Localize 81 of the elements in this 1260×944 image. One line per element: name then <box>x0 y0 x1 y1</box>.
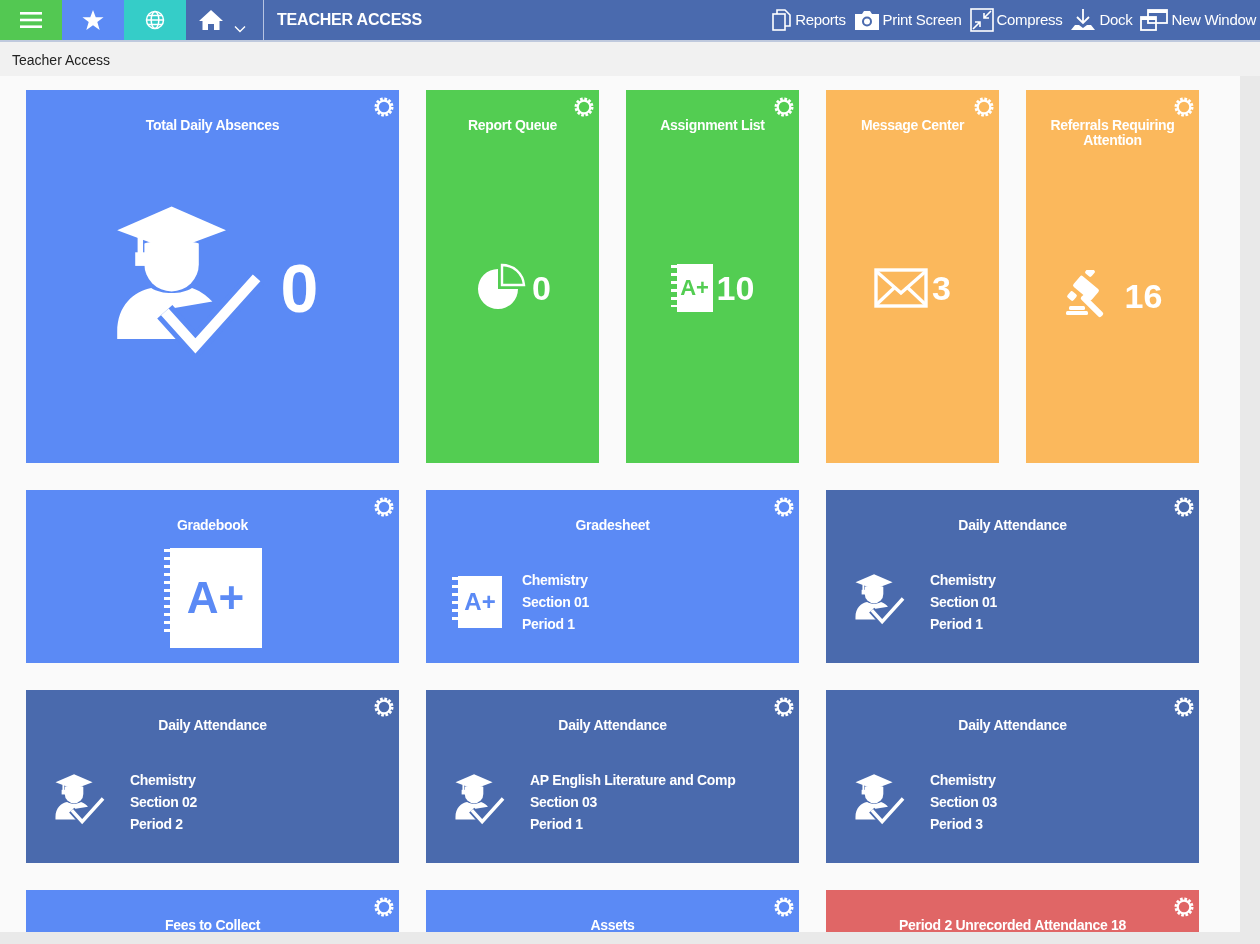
count: 3 <box>932 271 951 306</box>
menu-icon <box>20 11 42 29</box>
envelope-icon <box>874 268 929 309</box>
toolbar-link[interactable]: Print Screen <box>849 8 966 32</box>
count: 10 <box>716 271 755 306</box>
settings-icon[interactable] <box>773 895 795 918</box>
notebook-icon: A+ <box>163 548 262 649</box>
tile-title: Daily Attendance <box>557 718 668 734</box>
breadcrumb: Teacher Access <box>12 52 111 68</box>
settings-icon[interactable] <box>373 495 395 518</box>
tile-detail: Chemistry <box>522 571 589 591</box>
settings-icon[interactable] <box>373 95 395 118</box>
download-icon <box>1070 8 1097 32</box>
count: 16 <box>1124 278 1163 313</box>
dashboard-tile[interactable]: Gradebook A+ <box>26 490 399 663</box>
toolbar-link[interactable]: Dock <box>1066 8 1137 32</box>
globe-icon <box>145 10 165 30</box>
tile-title: Period 2 Unrecorded Attendance 18 <box>898 918 1127 932</box>
tile-title: Fees to Collect <box>163 918 262 932</box>
tile-detail: Section 01 <box>522 593 590 613</box>
tile-detail: Chemistry <box>130 771 197 791</box>
dashboard-tile[interactable]: Daily Attendance Chemistry Section 03 Period 3 <box>826 690 1199 863</box>
count: 0 <box>280 254 319 323</box>
star-button[interactable] <box>62 0 124 40</box>
dashboard-tile[interactable]: Gradesheet A+ Chemistry Section 01 Period 1 <box>426 490 799 663</box>
tile-title: Daily Attendance <box>157 718 268 734</box>
settings-icon[interactable] <box>773 695 795 718</box>
settings-icon[interactable] <box>373 695 395 718</box>
tile-detail: Chemistry <box>930 771 997 791</box>
notebook-icon: A+ <box>670 264 713 313</box>
dashboard-tile[interactable]: Report Queue 0 <box>426 90 599 463</box>
notebook-icon: A+ <box>452 576 502 629</box>
dashboard-tile[interactable]: Assets <box>426 890 799 932</box>
dashboard-tile[interactable]: Message Center 3 <box>826 90 999 463</box>
tile-detail: Chemistry <box>930 571 997 591</box>
tile-detail: Section 02 <box>130 793 198 813</box>
tile-detail: Period 2 <box>130 815 184 835</box>
compress-icon <box>969 8 994 32</box>
dashboard-tile[interactable]: Referrals Requiring Attention 16 <box>1026 90 1199 463</box>
tile-title: Gradesheet <box>574 518 651 534</box>
toolbar-link[interactable]: New Window <box>1136 8 1260 32</box>
dashboard-tile[interactable]: Total Daily Absences 0 <box>26 90 399 463</box>
camera-icon <box>853 9 880 31</box>
dashboard-tile[interactable]: Fees to Collect <box>26 890 399 932</box>
tile-title: Message Center <box>859 118 966 134</box>
settings-icon[interactable] <box>773 495 795 518</box>
caret-icon <box>234 25 246 33</box>
tile-title: Referrals Requiring Attention <box>1049 118 1176 149</box>
count: 0 <box>532 271 551 306</box>
app-title: TEACHER ACCESS <box>277 10 423 30</box>
tile-detail: Section 03 <box>930 793 998 813</box>
dashboard-tile[interactable]: Period 2 Unrecorded Attendance 18 <box>826 890 1199 932</box>
menu-button[interactable] <box>0 0 62 40</box>
tile-title: Assignment List <box>659 118 766 134</box>
settings-icon[interactable] <box>1173 495 1195 518</box>
toolbar-link[interactable]: Reports <box>768 8 850 32</box>
tile-detail: Period 3 <box>930 815 984 835</box>
tile-title: Total Daily Absences <box>144 118 281 134</box>
dashboard-tile[interactable]: Daily Attendance AP English Literature and Comp Section 03 Period 1 <box>426 690 799 863</box>
dashboard-tile[interactable]: Daily Attendance Chemistry Section 02 Period 2 <box>26 690 399 863</box>
tile-detail: Period 1 <box>530 815 584 835</box>
settings-icon[interactable] <box>1173 695 1195 718</box>
star-icon <box>82 9 104 31</box>
tile-detail: Section 01 <box>930 593 998 613</box>
tile-title: Daily Attendance <box>957 718 1068 734</box>
dashboard-tile[interactable]: Daily Attendance Chemistry Section 01 Period 1 <box>826 490 1199 663</box>
tile-title: Gradebook <box>175 518 250 534</box>
dashboard-tile[interactable]: Assignment List A+ 10 <box>626 90 799 463</box>
home-icon <box>198 9 224 31</box>
tile-detail: Period 1 <box>930 615 984 635</box>
tile-title: Assets <box>589 918 636 932</box>
windows-icon <box>1140 9 1169 31</box>
tile-detail: Section 03 <box>530 793 599 813</box>
settings-icon[interactable] <box>373 895 395 918</box>
toolbar-link[interactable]: Compress <box>965 8 1067 32</box>
tile-title: Report Queue <box>467 118 558 134</box>
tile-detail: AP English Literature and Comp <box>530 771 736 791</box>
documents-icon <box>772 9 793 31</box>
settings-icon[interactable] <box>1173 895 1195 918</box>
tile-title: Daily Attendance <box>957 518 1068 534</box>
tile-detail: Period 1 <box>522 615 576 635</box>
